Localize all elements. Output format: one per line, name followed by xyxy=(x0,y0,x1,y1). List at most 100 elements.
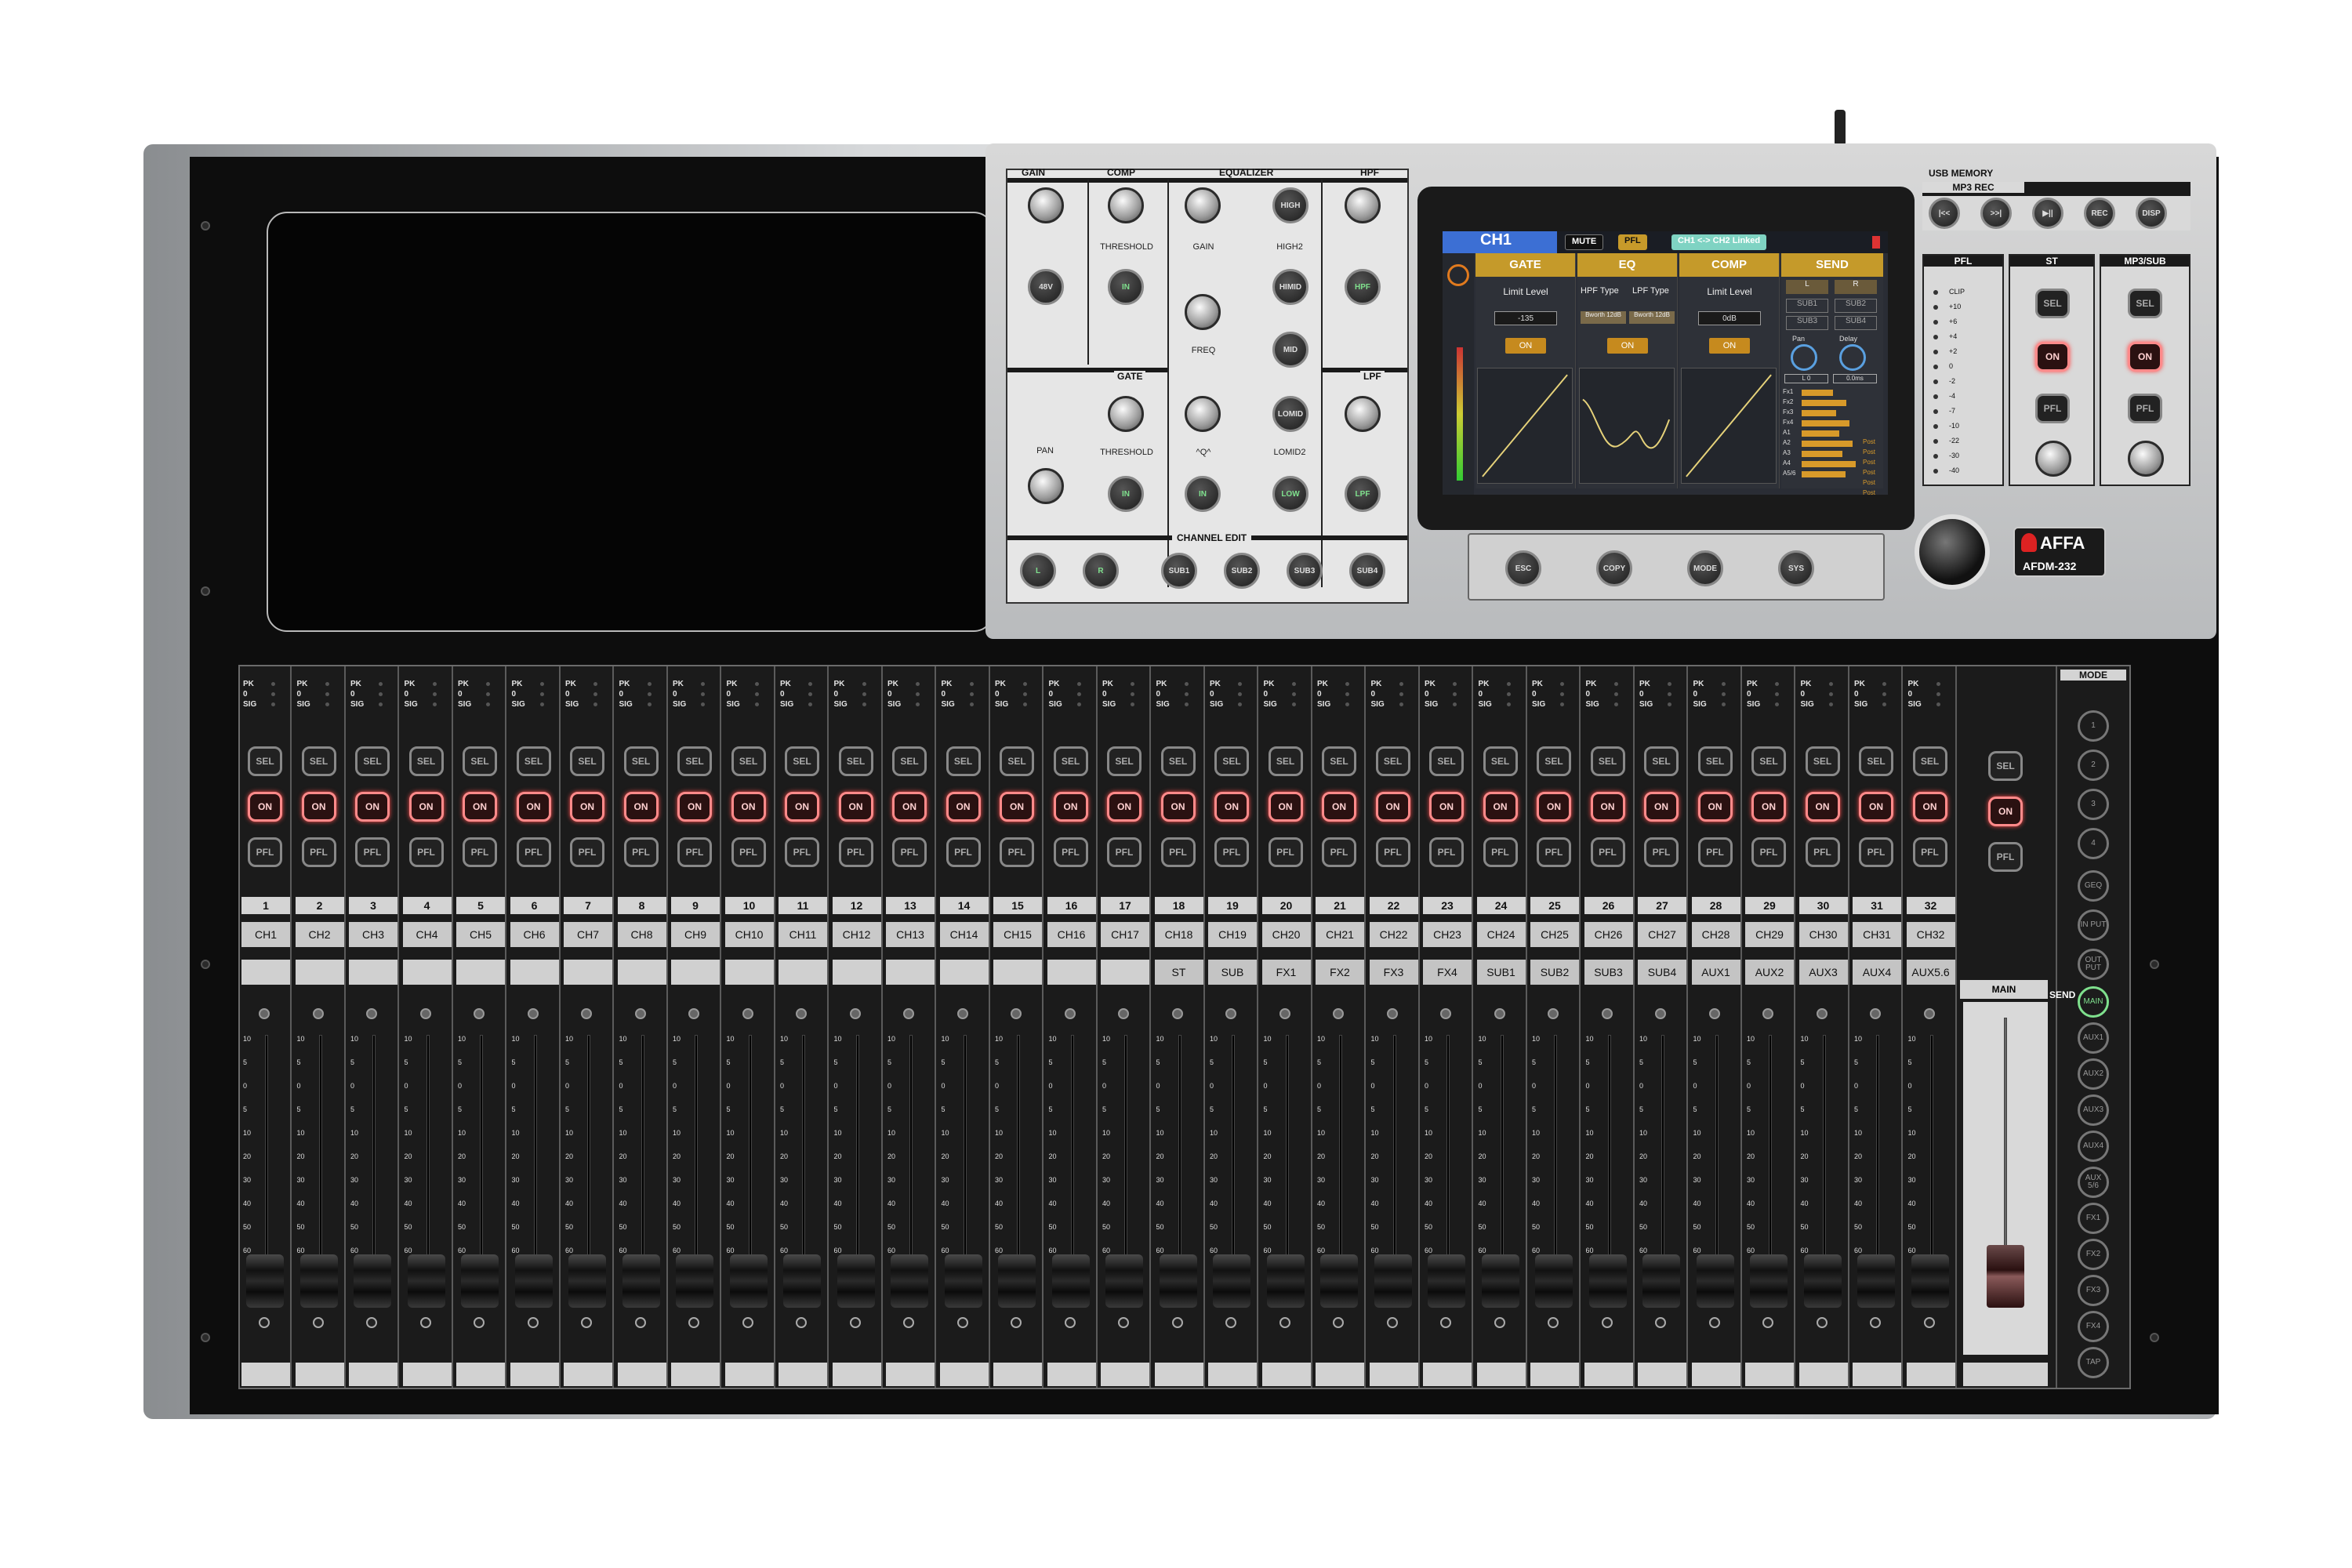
on-button[interactable]: ON xyxy=(516,792,551,822)
channel-edit-sub4-button[interactable]: SUB4 xyxy=(1349,553,1385,589)
send-r-button[interactable]: R xyxy=(1835,280,1877,294)
pfl-button[interactable]: PFL xyxy=(1483,837,1518,867)
channel-fader-cap[interactable] xyxy=(1911,1254,1949,1308)
pfl-button[interactable]: PFL xyxy=(1644,837,1679,867)
gate-column[interactable]: GATE Limit Level -135 ON xyxy=(1475,253,1576,488)
sel-button[interactable]: SEL xyxy=(1590,746,1625,776)
channel-fader-cap[interactable] xyxy=(568,1254,606,1308)
channel-fader-cap[interactable] xyxy=(1481,1254,1519,1308)
pfl-screen-button[interactable]: PFL xyxy=(1618,234,1647,250)
on-button[interactable]: ON xyxy=(838,792,873,822)
channel-edit-sub3-button[interactable]: SUB3 xyxy=(1287,553,1323,589)
touchscreen[interactable]: CH1 MUTE PFL CH1 <-> CH2 Linked GATE Lim… xyxy=(1443,231,1888,495)
on-button[interactable]: ON xyxy=(1160,792,1196,822)
channel-fader-cap[interactable] xyxy=(1750,1254,1788,1308)
eq-low-button[interactable]: LOW xyxy=(1272,476,1308,512)
channel-fader-cap[interactable] xyxy=(299,1254,338,1308)
nav-sys-button[interactable]: SYS xyxy=(1778,550,1814,586)
sel-button[interactable]: SEL xyxy=(677,746,712,776)
channel-fader-cap[interactable] xyxy=(891,1254,928,1308)
pfl-button[interactable]: PFL xyxy=(892,837,927,867)
channel-fader-cap[interactable] xyxy=(1696,1254,1734,1308)
sel-button[interactable]: SEL xyxy=(838,746,873,776)
mp3-sel-button[interactable]: SEL xyxy=(2128,289,2162,318)
pfl-button[interactable]: PFL xyxy=(1590,837,1625,867)
channel-fader-cap[interactable] xyxy=(1051,1254,1090,1308)
send-aux-5-6-button[interactable]: AUX 5/6 xyxy=(2078,1167,2109,1198)
on-button[interactable]: ON xyxy=(1375,792,1410,822)
send-level-bar[interactable] xyxy=(1802,430,1839,437)
send-sub2-button[interactable]: SUB2 xyxy=(1835,299,1877,313)
channel-fader-cap[interactable] xyxy=(514,1254,553,1308)
pfl-button[interactable]: PFL xyxy=(1429,837,1464,867)
send-level-bar[interactable] xyxy=(1802,441,1853,447)
channel-fader-cap[interactable] xyxy=(1803,1254,1842,1308)
channel-fader-cap[interactable] xyxy=(1374,1254,1412,1308)
channel-fader-cap[interactable] xyxy=(461,1254,499,1308)
on-button[interactable]: ON xyxy=(1483,792,1518,822)
on-button[interactable]: ON xyxy=(731,792,766,822)
send-fx3-button[interactable]: FX3 xyxy=(2078,1275,2109,1306)
sel-button[interactable]: SEL xyxy=(1107,746,1142,776)
send-aux2-button[interactable]: AUX2 xyxy=(2078,1058,2109,1090)
eq-freq-knob[interactable] xyxy=(1185,294,1221,330)
comp-in-button[interactable]: IN xyxy=(1108,269,1144,305)
hpf-button[interactable]: HPF xyxy=(1345,269,1381,305)
channel-edit-r-button[interactable]: R xyxy=(1083,553,1119,589)
channel-fader-cap[interactable] xyxy=(944,1254,982,1308)
pfl-button[interactable]: PFL xyxy=(785,837,819,867)
send-level-bar[interactable] xyxy=(1802,461,1856,467)
usb-button-4[interactable]: DISP xyxy=(2136,198,2167,229)
on-button[interactable]: ON xyxy=(1053,792,1088,822)
phantom-48v-button[interactable]: 48V xyxy=(1028,269,1064,305)
pfl-button[interactable]: PFL xyxy=(463,837,497,867)
hpf-knob[interactable] xyxy=(1345,187,1381,223)
delay-dial-icon[interactable] xyxy=(1839,344,1866,371)
mode-button-2[interactable]: 2 xyxy=(2078,750,2109,781)
on-button[interactable]: ON xyxy=(1590,792,1625,822)
on-button[interactable]: ON xyxy=(570,792,604,822)
on-button[interactable]: ON xyxy=(1751,792,1786,822)
sel-button[interactable]: SEL xyxy=(463,746,497,776)
pfl-button[interactable]: PFL xyxy=(570,837,604,867)
pfl-button[interactable]: PFL xyxy=(946,837,981,867)
send-fx4-button[interactable]: FX4 xyxy=(2078,1311,2109,1342)
on-button[interactable]: ON xyxy=(1859,792,1893,822)
sel-button[interactable]: SEL xyxy=(623,746,659,776)
on-button[interactable]: ON xyxy=(408,792,444,822)
geq-button[interactable]: GEQ xyxy=(2078,870,2109,902)
send-column[interactable]: SEND L R SUB1 SUB2 SUB3 SUB4 Pan Delay L 0 0.0ms F… xyxy=(1781,253,1883,495)
sel-button[interactable]: SEL xyxy=(1859,746,1893,776)
channel-fader-cap[interactable] xyxy=(246,1254,284,1308)
input-button[interactable]: IN PUT xyxy=(2078,909,2109,941)
sel-button[interactable]: SEL xyxy=(516,746,551,776)
pfl-button[interactable]: PFL xyxy=(1107,837,1142,867)
sel-button[interactable]: SEL xyxy=(408,746,444,776)
channel-fader-cap[interactable] xyxy=(1105,1254,1143,1308)
send-level-bar[interactable] xyxy=(1802,451,1842,457)
pfl-button[interactable]: PFL xyxy=(1912,837,1947,867)
channel-edit-l-button[interactable]: L xyxy=(1020,553,1056,589)
sel-button[interactable]: SEL xyxy=(1214,746,1249,776)
master-on-button[interactable]: ON xyxy=(1988,797,2023,826)
eq-lomid-button[interactable]: LOMID xyxy=(1272,396,1308,432)
mode-button-3[interactable]: 3 xyxy=(2078,789,2109,820)
on-button[interactable]: ON xyxy=(355,792,390,822)
send-fx1-button[interactable]: FX1 xyxy=(2078,1203,2109,1234)
mode-button-4[interactable]: 4 xyxy=(2078,828,2109,859)
comp-column[interactable]: COMP Limit Level 0dB ON xyxy=(1679,253,1780,488)
send-level-bar[interactable] xyxy=(1802,400,1846,406)
sel-button[interactable]: SEL xyxy=(1805,746,1840,776)
usb-button-2[interactable]: ▶|| xyxy=(2032,198,2063,229)
pfl-button[interactable]: PFL xyxy=(677,837,712,867)
comp-threshold-knob[interactable] xyxy=(1108,187,1144,223)
pfl-button[interactable]: PFL xyxy=(731,837,766,867)
master-pfl-button[interactable]: PFL xyxy=(1988,842,2023,872)
channel-fader-cap[interactable] xyxy=(1535,1254,1573,1308)
on-button[interactable]: ON xyxy=(1644,792,1679,822)
sel-button[interactable]: SEL xyxy=(892,746,927,776)
on-button[interactable]: ON xyxy=(1697,792,1733,822)
pfl-button[interactable]: PFL xyxy=(1805,837,1840,867)
on-button[interactable]: ON xyxy=(1805,792,1840,822)
lpf-knob[interactable] xyxy=(1345,396,1381,432)
